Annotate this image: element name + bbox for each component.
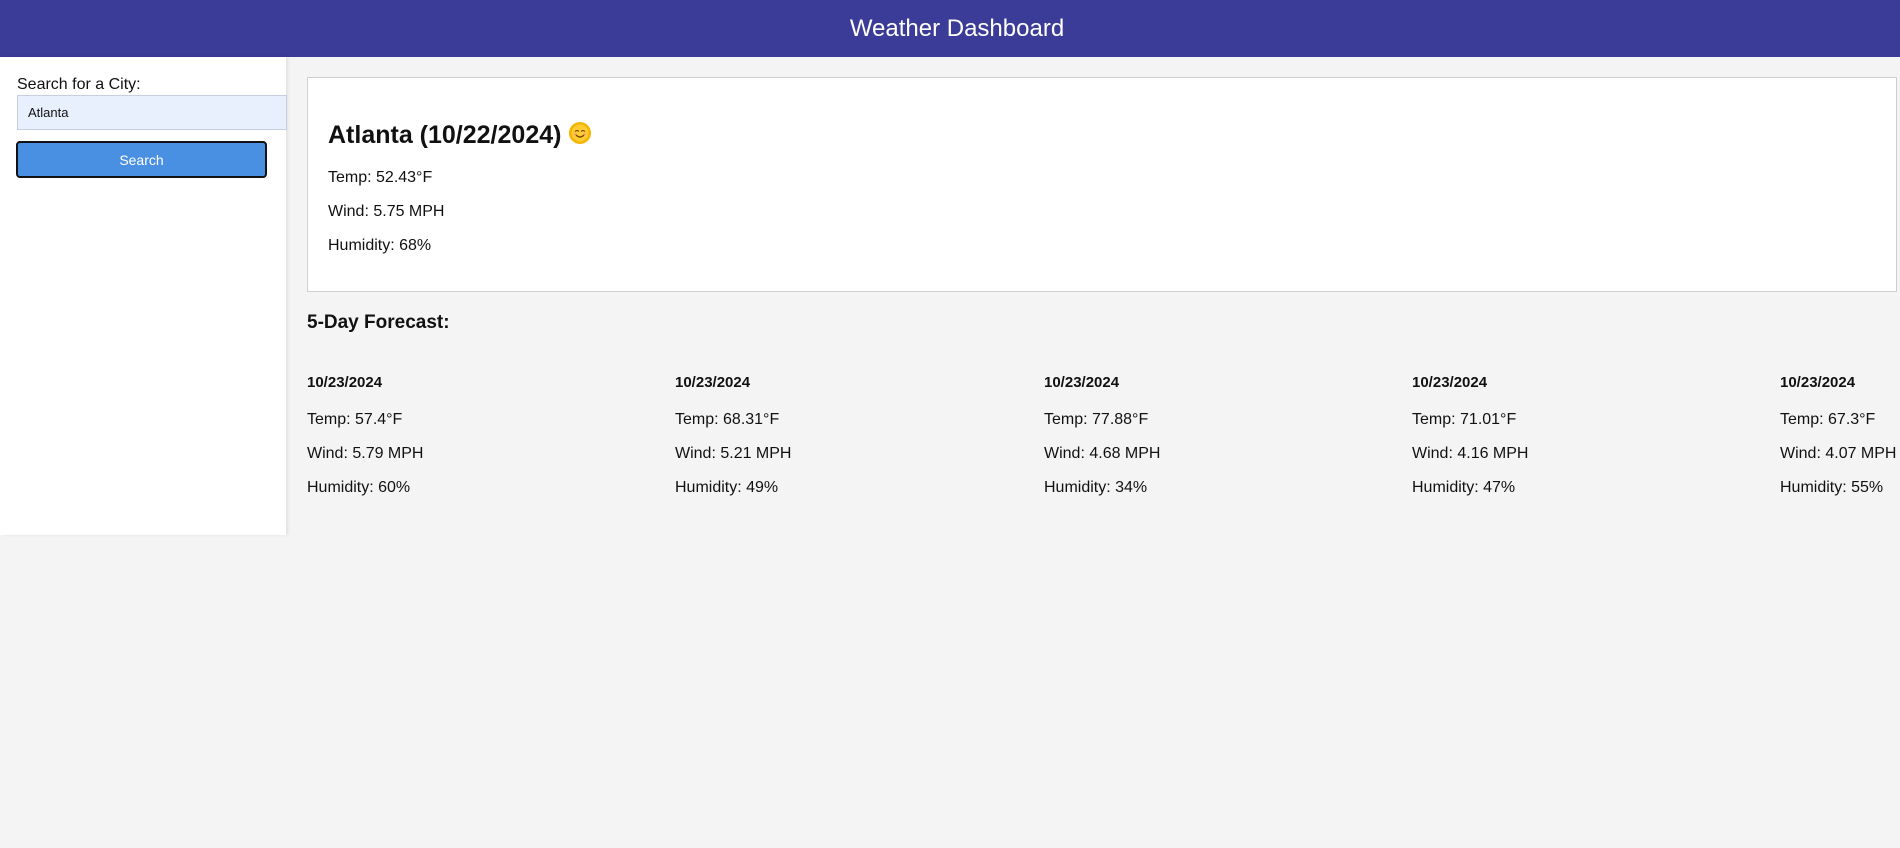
sun-face-icon [569, 122, 592, 144]
forecast-humidity: Humidity: 60% [307, 479, 411, 496]
forecast-day-1: 10/23/2024 Temp: 57.4°F Wind: 5.79 MPH H… [307, 374, 537, 514]
forecast-day-2: 10/23/2024 Temp: 68.31°F Wind: 5.21 MPH … [675, 374, 905, 514]
forecast-humidity: Humidity: 47% [1412, 479, 1516, 496]
forecast-temp: Temp: 77.88°F [1044, 411, 1149, 428]
forecast-date: 10/23/2024 [675, 374, 751, 391]
forecast-humidity: Humidity: 55% [1780, 479, 1884, 496]
forecast-wind: Wind: 5.79 MPH [307, 445, 424, 462]
current-humidity: Humidity: 68% [328, 237, 432, 254]
current-city-date: Atlanta (10/22/2024) [328, 121, 562, 149]
forecast-heading: 5-Day Forecast: [307, 312, 450, 333]
forecast-humidity: Humidity: 34% [1044, 479, 1148, 496]
app-header: Weather Dashboard [0, 0, 1900, 57]
forecast-day-3: 10/23/2024 Temp: 77.88°F Wind: 4.68 MPH … [1044, 374, 1274, 514]
city-search-input[interactable] [17, 95, 287, 130]
forecast-date: 10/23/2024 [1044, 374, 1120, 391]
forecast-temp: Temp: 71.01°F [1412, 411, 1517, 428]
search-sidebar: Search for a City: Search [0, 57, 287, 535]
current-temp: Temp: 52.43°F [328, 169, 433, 186]
forecast-day-4: 10/23/2024 Temp: 71.01°F Wind: 4.16 MPH … [1412, 374, 1642, 514]
search-button[interactable]: Search [16, 141, 267, 178]
forecast-temp: Temp: 57.4°F [307, 411, 403, 428]
weather-dashboard-app: Weather Dashboard Search for a City: Sea… [0, 0, 1900, 848]
forecast-temp: Temp: 67.3°F [1780, 411, 1876, 428]
forecast-wind: Wind: 4.16 MPH [1412, 445, 1529, 462]
forecast-date: 10/23/2024 [307, 374, 383, 391]
forecast-wind: Wind: 5.21 MPH [675, 445, 792, 462]
forecast-wind: Wind: 4.07 MPH [1780, 445, 1897, 462]
forecast-list: 10/23/2024 Temp: 57.4°F Wind: 5.79 MPH H… [307, 374, 1900, 514]
current-wind: Wind: 5.75 MPH [328, 203, 445, 220]
forecast-date: 10/23/2024 [1412, 374, 1488, 391]
forecast-temp: Temp: 68.31°F [675, 411, 780, 428]
current-weather-card: Atlanta (10/22/2024) Temp: 52.43°F Wind:… [307, 77, 1897, 292]
search-label: Search for a City: [17, 76, 141, 93]
forecast-humidity: Humidity: 49% [675, 479, 779, 496]
app-title: Weather Dashboard [849, 14, 1065, 42]
forecast-wind: Wind: 4.68 MPH [1044, 445, 1161, 462]
forecast-day-5: 10/23/2024 Temp: 67.3°F Wind: 4.07 MPH H… [1780, 374, 1898, 514]
forecast-date: 10/23/2024 [1780, 374, 1856, 391]
current-weather-title: Atlanta (10/22/2024) [328, 120, 593, 150]
